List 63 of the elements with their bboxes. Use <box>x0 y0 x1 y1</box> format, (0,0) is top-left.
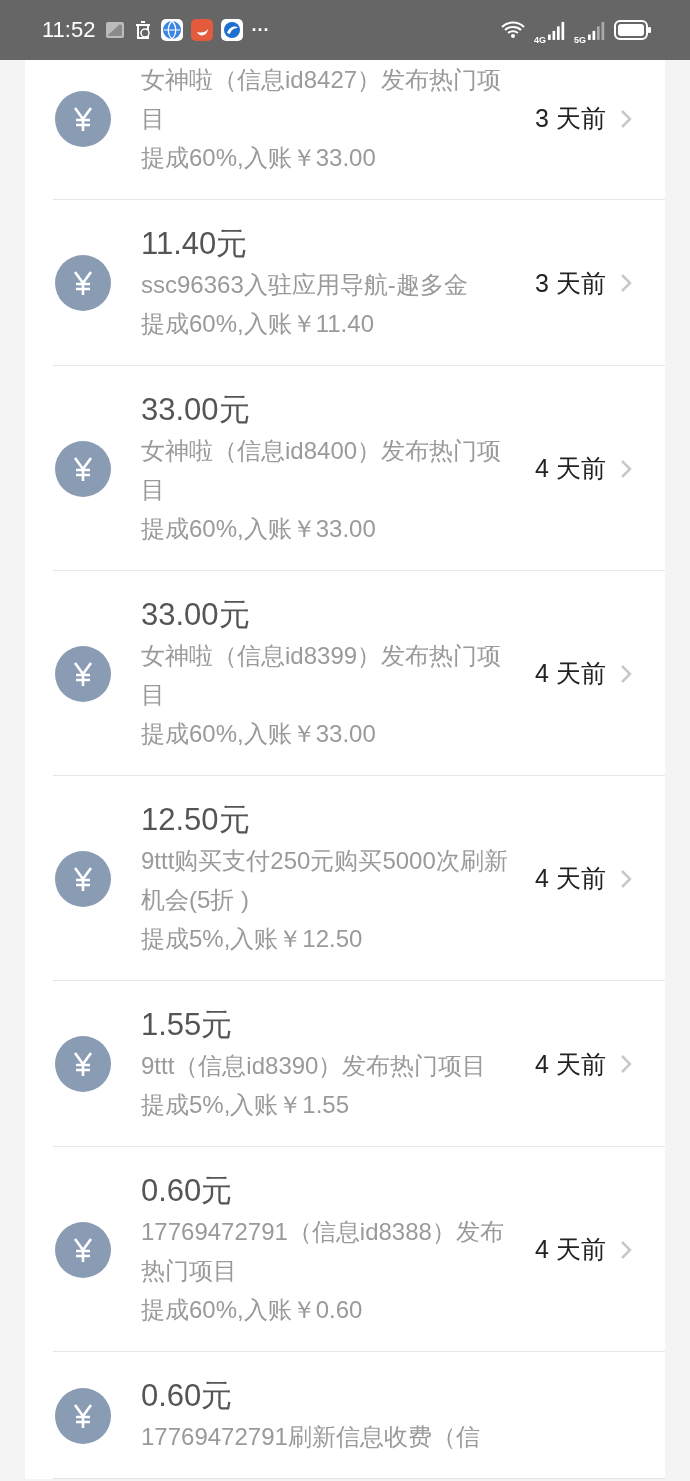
chevron-right-icon <box>619 108 632 129</box>
network-label: 4G <box>533 35 546 45</box>
gallery-icon <box>105 20 126 40</box>
time-ago: 3 天前 <box>535 103 606 134</box>
chevron-right-icon <box>619 458 632 479</box>
clock: 11:52 <box>42 17 96 43</box>
amount: 0.60元 <box>141 1377 234 1415</box>
record-row[interactable]: 0.60元 17769472791（信息id8388）发布热门项目 提成60%,入账￥0.60 4 天前 <box>53 1147 665 1352</box>
description: 女神啦（信息id8399）发布热门项目 <box>141 641 503 710</box>
time-ago: 4 天前 <box>535 1048 606 1080</box>
commission-text: 提成5%,入账￥1.55 <box>141 1090 351 1120</box>
more-notifications: ··· <box>251 19 270 41</box>
amount: 33.00元 <box>141 596 251 634</box>
description: 9ttt购买支付250元购买5000次刷新机会(5折 ) <box>141 846 509 915</box>
description: ssc96363入驻应用导航-趣多金 <box>141 270 469 300</box>
chevron-right-icon <box>619 273 632 293</box>
commission-text: 提成60%,入账￥33.00 <box>141 514 377 544</box>
yen-icon <box>55 1036 111 1092</box>
description: 17769472791刷新信息收费（信 <box>141 1422 481 1452</box>
time-ago: 4 天前 <box>535 453 606 484</box>
battery-icon <box>614 19 652 41</box>
record-row[interactable]: 1.55元 9ttt（信息id8390）发布热门项目 提成5%,入账￥1.55 4 天前 <box>53 981 665 1147</box>
yen-icon <box>55 440 111 497</box>
yen-icon <box>55 1221 111 1278</box>
amount: 0.60元 <box>141 1172 234 1210</box>
browser-app-icon <box>221 19 244 41</box>
amount: 11.40元 <box>141 225 249 263</box>
record-row[interactable]: 12.50元 9ttt购买支付250元购买5000次刷新机会(5折 ) 提成5%,入账￥12.50 4 天前 <box>53 776 665 981</box>
description: 女神啦（信息id8427）发布热门项目 <box>141 65 503 134</box>
commission-text: 提成60%,入账￥33.00 <box>141 719 377 749</box>
time-ago: 3 天前 <box>535 267 606 299</box>
wifi-icon <box>499 20 526 40</box>
record-row[interactable]: 33.00元 女神啦（信息id8399）发布热门项目 提成60%,入账￥33.00 4 天前 <box>53 571 665 776</box>
network-label: 5G <box>574 35 586 45</box>
yen-icon <box>55 1387 111 1444</box>
commission-text: 提成60%,入账￥33.00 <box>141 143 377 173</box>
commission-text: 提成5%,入账￥12.50 <box>141 924 364 954</box>
amount: 12.50元 <box>141 801 251 839</box>
yen-icon <box>55 645 111 702</box>
yen-icon <box>55 90 111 147</box>
chevron-right-icon <box>619 1054 632 1074</box>
signal-icon <box>588 19 606 41</box>
chevron-right-icon <box>619 663 632 684</box>
commission-text: 提成60%,入账￥0.60 <box>141 1295 364 1325</box>
amount: 1.55元 <box>141 1006 234 1044</box>
record-row[interactable]: 0.60元 17769472791刷新信息收费（信 <box>53 1352 665 1479</box>
description: 9ttt（信息id8390）发布热门项目 <box>141 1051 488 1081</box>
signal-icon <box>548 19 566 41</box>
chevron-right-icon <box>619 1239 632 1260</box>
yen-icon <box>55 255 111 311</box>
amount: 33.00元 <box>141 391 251 429</box>
time-ago: 4 天前 <box>535 863 606 894</box>
record-row[interactable]: 女神啦（信息id8427）发布热门项目 提成60%,入账￥33.00 3 天前 <box>53 60 665 200</box>
globe-app-icon <box>161 19 184 41</box>
record-row[interactable]: 11.40元 ssc96363入驻应用导航-趣多金 提成60%,入账￥11.40 3 天前 <box>53 200 665 366</box>
yen-icon <box>55 850 111 907</box>
time-ago: 4 天前 <box>535 1234 606 1265</box>
record-row[interactable]: 33.00元 女神啦（信息id8400）发布热门项目 提成60%,入账￥33.00 4 天前 <box>53 366 665 571</box>
commission-text: 提成60%,入账￥11.40 <box>141 309 375 339</box>
time-ago: 4 天前 <box>535 658 606 689</box>
chevron-right-icon <box>619 868 632 889</box>
description: 17769472791（信息id8388）发布热门项目 <box>141 1217 505 1286</box>
description: 女神啦（信息id8400）发布热门项目 <box>141 436 503 505</box>
